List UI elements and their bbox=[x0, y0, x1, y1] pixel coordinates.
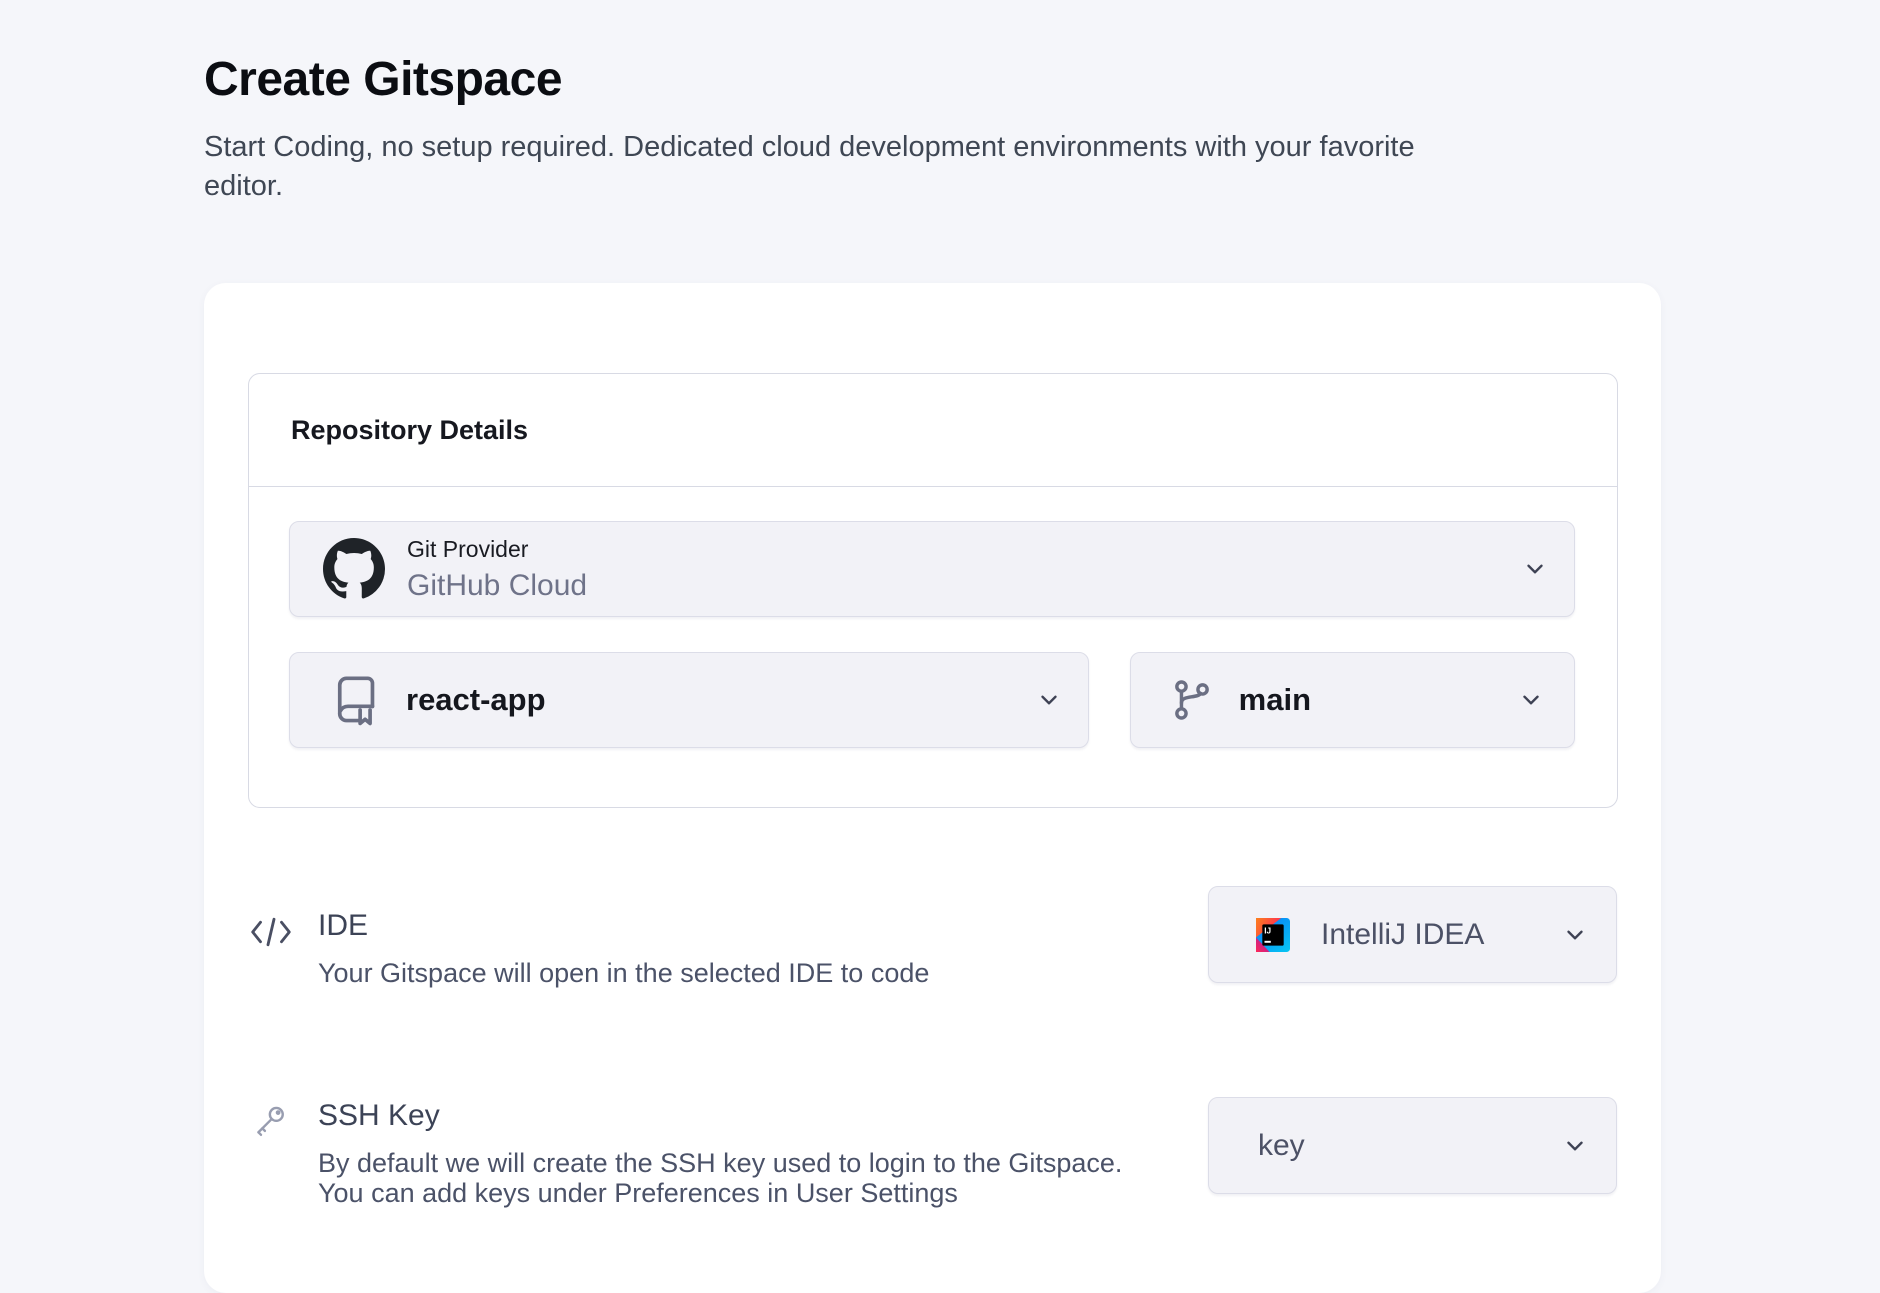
page-title: Create Gitspace bbox=[204, 52, 562, 107]
ide-description: Your Gitspace will open in the selected … bbox=[318, 958, 929, 988]
repository-details-section: Repository Details Git Provider GitHub C… bbox=[248, 373, 1618, 808]
key-icon bbox=[252, 1103, 288, 1139]
chevron-down-icon bbox=[1562, 1133, 1588, 1159]
ide-select-value: IntelliJ IDEA bbox=[1321, 918, 1484, 952]
git-provider-texts: Git Provider GitHub Cloud bbox=[407, 536, 587, 603]
ssh-key-select-value: key bbox=[1258, 1129, 1305, 1163]
ide-label: IDE bbox=[318, 909, 929, 943]
git-branch-icon bbox=[1169, 677, 1215, 723]
code-icon bbox=[250, 915, 292, 949]
repository-details-header: Repository Details bbox=[249, 374, 1617, 487]
repo-branch-row: react-app bbox=[289, 652, 1575, 748]
ssh-key-description-line2: You can add keys under Preferences in Us… bbox=[318, 1178, 1122, 1208]
ide-select[interactable]: IJ IntelliJ IDEA bbox=[1208, 886, 1617, 983]
branch-select-value: main bbox=[1239, 682, 1311, 718]
page-subtitle: Start Coding, no setup required. Dedicat… bbox=[204, 128, 1415, 206]
page-subtitle-line2: editor. bbox=[204, 167, 1415, 206]
repository-details-body: Git Provider GitHub Cloud bbox=[249, 487, 1617, 748]
git-provider-value: GitHub Cloud bbox=[407, 569, 587, 603]
chevron-down-icon bbox=[1036, 687, 1062, 713]
page-subtitle-line1: Start Coding, no setup required. Dedicat… bbox=[204, 128, 1415, 167]
create-gitspace-card: Repository Details Git Provider GitHub C… bbox=[204, 283, 1661, 1293]
git-provider-label: Git Provider bbox=[407, 536, 587, 563]
ssh-key-description: By default we will create the SSH key us… bbox=[318, 1148, 1122, 1208]
github-icon bbox=[323, 538, 385, 600]
ssh-key-row: SSH Key By default we will create the SS… bbox=[318, 1099, 1122, 1208]
ide-row: IDE Your Gitspace will open in the selec… bbox=[318, 909, 929, 988]
svg-text:IJ: IJ bbox=[1264, 926, 1271, 935]
repository-details-title: Repository Details bbox=[291, 415, 528, 446]
chevron-down-icon bbox=[1518, 687, 1544, 713]
intellij-idea-logo: IJ bbox=[1256, 918, 1290, 952]
branch-select[interactable]: main bbox=[1130, 652, 1575, 748]
create-gitspace-page: { "page": { "title": "Create Gitspace", … bbox=[0, 0, 1880, 1240]
ssh-key-label: SSH Key bbox=[318, 1099, 1122, 1133]
repository-book-icon bbox=[330, 674, 382, 726]
repository-select[interactable]: react-app bbox=[289, 652, 1089, 748]
chevron-down-icon bbox=[1522, 556, 1548, 582]
git-provider-select[interactable]: Git Provider GitHub Cloud bbox=[289, 521, 1575, 617]
repository-select-value: react-app bbox=[406, 682, 546, 718]
chevron-down-icon bbox=[1562, 922, 1588, 948]
ssh-key-select[interactable]: key bbox=[1208, 1097, 1617, 1194]
ssh-key-description-line1: By default we will create the SSH key us… bbox=[318, 1148, 1122, 1178]
